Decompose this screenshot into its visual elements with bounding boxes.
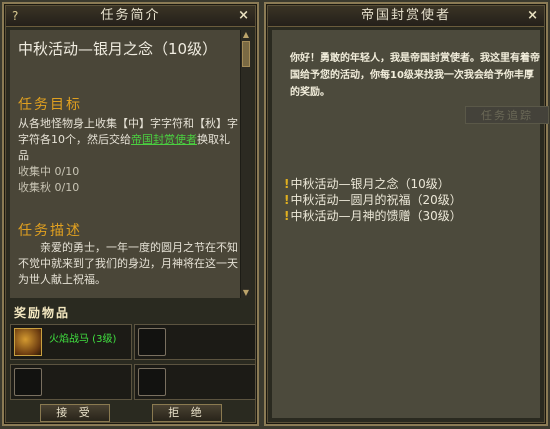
reward-item-name: 火焰战马 (3级) (49, 334, 117, 345)
objective-text: 从各地怪物身上收集【中】字字符和【秋】字字符各10个，然后交给帝国封赏使者换取礼… (18, 116, 240, 164)
quest-available-icon: ! (284, 193, 290, 207)
quest-option-label: 中秋活动—圆月的祝福（20级） (290, 193, 462, 207)
help-button[interactable]: ? (12, 6, 18, 26)
npc-close-button[interactable]: × (527, 6, 538, 26)
window-title: 任务简介 (100, 8, 161, 23)
scroll-down-icon[interactable]: ▼ (242, 289, 250, 297)
quest-brief-titlebar: ? 任务简介 × (6, 6, 255, 27)
empty-slot-icon (138, 328, 166, 356)
progress-1: 收集中 0/10 (18, 165, 80, 178)
npc-dialog-titlebar: 帝国封赏使者 × (268, 6, 544, 27)
quest-track-button[interactable]: 任务追踪 (465, 106, 549, 124)
quest-option-2[interactable]: !中秋活动—圆月的祝福（20级） (284, 192, 544, 208)
npc-window-title: 帝国封赏使者 (360, 8, 451, 23)
scroll-thumb[interactable] (242, 41, 250, 67)
warhorse-icon[interactable] (14, 328, 42, 356)
reward-slot-1[interactable]: 火焰战马 (3级) (10, 324, 132, 360)
empty-slot-icon (138, 368, 166, 396)
close-button[interactable]: × (238, 6, 249, 26)
empty-slot-icon (14, 368, 42, 396)
quest-brief-window: ? 任务简介 × 中秋活动—银月之念（10级） 任务目标 从各地怪物身上收集【中… (2, 2, 259, 426)
reward-slot-4[interactable] (134, 364, 256, 400)
reward-slot-2[interactable] (134, 324, 256, 360)
quest-option-label: 中秋活动—银月之念（10级） (290, 177, 450, 191)
scroll-up-icon[interactable]: ▲ (242, 31, 250, 39)
npc-link[interactable]: 帝国封赏使者 (131, 133, 197, 146)
description-text: 亲爱的勇士，一年一度的圆月之节在不知不觉中就来到了我们的身边，月神将在这一天为世… (18, 241, 238, 286)
reward-heading: 奖励物品 (14, 306, 71, 320)
quest-option-label: 中秋活动—月神的馈赠（30级） (290, 209, 462, 223)
accept-button[interactable]: 接 受 (40, 404, 110, 422)
npc-speech: 你好！勇敢的年轻人，我是帝国封赏使者。我这里有着帝国给予您的活动，你每10级来找… (290, 53, 540, 98)
quest-option-list: !中秋活动—银月之念（10级） !中秋活动—圆月的祝福（20级） !中秋活动—月… (284, 176, 544, 224)
npc-dialog-window: 帝国封赏使者 × 你好！勇敢的年轻人，我是帝国封赏使者。我这里有着帝国给予您的活… (264, 2, 549, 426)
progress-2: 收集秋 0/10 (18, 181, 80, 194)
quest-available-icon: ! (284, 177, 290, 191)
reward-slot-3[interactable] (10, 364, 132, 400)
npc-dialog-area: 你好！勇敢的年轻人，我是帝国封赏使者。我这里有着帝国给予您的活动，你每10级来找… (272, 30, 549, 418)
quest-option-3[interactable]: !中秋活动—月神的馈赠（30级） (284, 208, 544, 224)
quest-name: 中秋活动—银月之念（10级） (18, 40, 218, 58)
objective-heading: 任务目标 (18, 97, 82, 113)
quest-option-1[interactable]: !中秋活动—银月之念（10级） (284, 176, 544, 192)
description-heading: 任务描述 (18, 223, 82, 239)
quest-available-icon: ! (284, 209, 290, 223)
quest-scrollbar[interactable]: ▲ ▼ (240, 30, 251, 298)
reject-button[interactable]: 拒 绝 (152, 404, 222, 422)
quest-detail-area: 中秋活动—银月之念（10级） 任务目标 从各地怪物身上收集【中】字字符和【秋】字… (10, 30, 251, 298)
